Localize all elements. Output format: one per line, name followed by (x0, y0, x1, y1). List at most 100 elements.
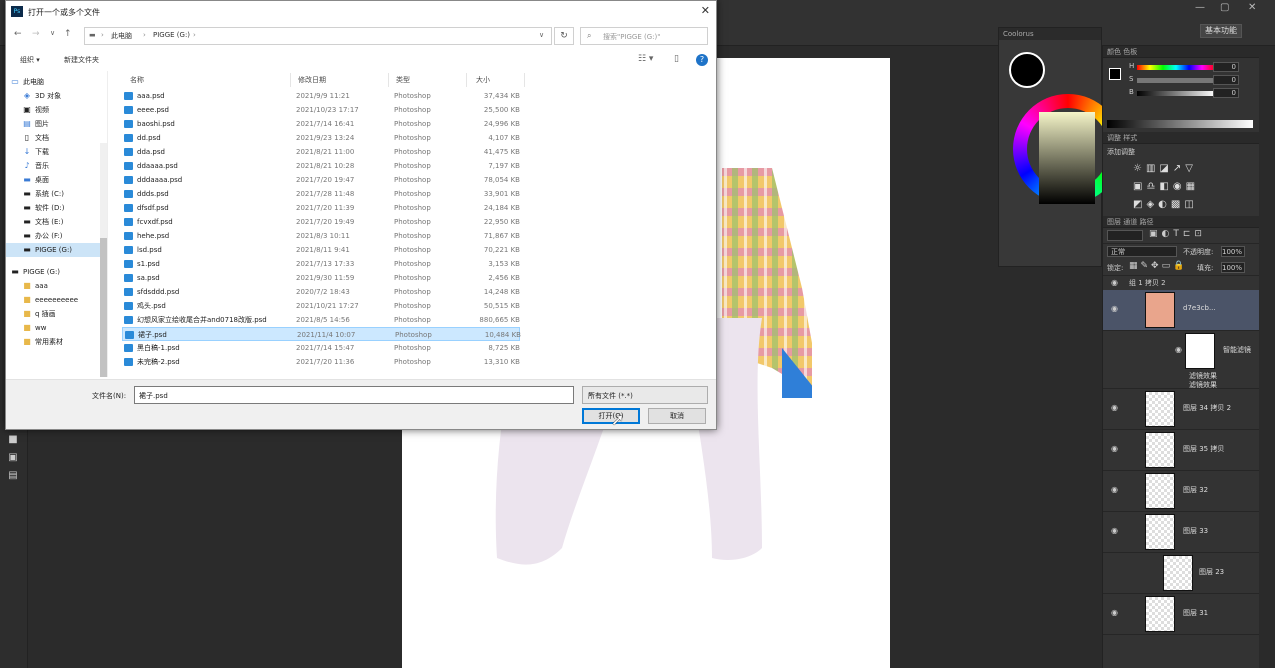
nav-item-8[interactable]: ▬ 系统 (C:) (6, 187, 106, 201)
new-folder-button[interactable]: 新建文件夹 (64, 55, 99, 65)
file-row[interactable]: aaa.psd 2021/9/9 11:21 Photoshop 37,434 KB (122, 89, 520, 103)
nav-item-10[interactable]: ▬ 文档 (E:) (6, 215, 106, 229)
quick-mask-icon[interactable]: ▣ (6, 452, 20, 464)
nav-item-11[interactable]: ▬ 办公 (F:) (6, 229, 106, 243)
visibility-eye-icon[interactable]: ◉ (1111, 608, 1118, 617)
column-header-size[interactable]: 大小 (476, 75, 490, 85)
file-row[interactable]: dddaaaa.psd 2021/7/20 19:47 Photoshop 78,05… (122, 173, 520, 187)
nav-item-2[interactable]: ▣ 视频 (6, 103, 106, 117)
visibility-eye-icon[interactable]: ◉ (1111, 526, 1118, 535)
back-arrow-icon[interactable]: ← (14, 29, 22, 39)
cancel-button[interactable]: 取消 (648, 408, 706, 424)
nav-item-17[interactable]: ■ ww (6, 321, 106, 335)
chevron-down-icon[interactable]: ∨ (139, 390, 569, 398)
column-header-date[interactable]: 修改日期 (298, 75, 326, 85)
nav-item-18[interactable]: ■ 常用素材 (6, 335, 106, 349)
visibility-eye-icon[interactable]: ◉ (1111, 403, 1118, 412)
slider-b-value[interactable]: 0 (1213, 88, 1239, 98)
maximize-icon[interactable]: ▢ (1220, 2, 1229, 13)
layer-row-smart-filter[interactable]: ◉ 智能滤镜 滤镜效果 滤镜效果 (1103, 331, 1259, 389)
layer-filter-select[interactable] (1107, 230, 1143, 241)
file-row[interactable]: ddaaaa.psd 2021/8/21 10:28 Photoshop 7,197 … (122, 159, 520, 173)
nav-item-12[interactable]: ▬ PIGGE (G:) (6, 243, 106, 257)
nav-item-9[interactable]: ▬ 软件 (D:) (6, 201, 106, 215)
layer-row-0[interactable]: ◉ d7e3cb... (1103, 290, 1259, 331)
file-row[interactable]: 鸡头.psd 2021/10/21 17:27 Photoshop 50,515 KB (122, 299, 520, 313)
file-row[interactable]: dda.psd 2021/8/21 11:00 Photoshop 41,475 KB (122, 145, 520, 159)
layer-row-6[interactable]: 图层 23 (1103, 553, 1259, 594)
visibility-eye-icon[interactable]: ◉ (1111, 278, 1118, 287)
file-row[interactable]: 裙子.psd 2021/11/4 10:07 Photoshop 10,484 KB (122, 327, 521, 341)
column-header-name[interactable]: 名称 (130, 75, 144, 85)
nav-scrollbar[interactable] (100, 143, 107, 377)
workspace-button[interactable]: 基本功能 (1200, 24, 1242, 38)
slider-b[interactable]: B 0 (1107, 88, 1255, 99)
search-input[interactable]: ⌕ 搜索"PIGGE (G:)" (580, 27, 708, 45)
file-row[interactable]: baoshi.psd 2021/7/14 16:41 Photoshop 24,996… (122, 117, 520, 131)
recent-dropdown-icon[interactable]: ∨ (50, 29, 55, 37)
view-options-icon[interactable]: ☷ ▾ (638, 54, 653, 64)
adjust-tabs[interactable]: 调整 样式 (1103, 132, 1259, 144)
nav-item-1[interactable]: ◈ 3D 对象 (6, 89, 106, 103)
file-row[interactable]: dfsdf.psd 2021/7/20 11:39 Photoshop 24,184 … (122, 201, 520, 215)
layer-row-3[interactable]: ◉ 图层 35 拷贝 (1103, 430, 1259, 471)
close-icon[interactable]: ✕ (701, 4, 710, 17)
file-row[interactable]: dd.psd 2021/9/23 13:24 Photoshop 4,107 KB (122, 131, 520, 145)
file-row[interactable]: eeee.psd 2021/10/23 17:17 Photoshop 25,500 … (122, 103, 520, 117)
layer-group-row[interactable]: ◉ 组 1 拷贝 2 (1103, 276, 1259, 290)
filetype-select[interactable]: 所有文件 (*.*) ∨ (582, 386, 708, 404)
fill-value[interactable]: 100% (1221, 262, 1245, 273)
color-swatch-icon[interactable]: ■ (6, 434, 20, 446)
up-arrow-icon[interactable]: ↑ (64, 29, 72, 39)
nav-item-5[interactable]: ↓ 下载 (6, 145, 106, 159)
color-tabs[interactable]: 颜色 色板 (1103, 46, 1259, 58)
column-header-type[interactable]: 类型 (396, 75, 410, 85)
file-row[interactable]: 幻想风家立绘收尾合并and0718改版.psd 2021/8/5 14:56 Pho… (122, 313, 520, 327)
breadcrumb-this-pc[interactable]: 此电脑 (111, 31, 132, 41)
file-row[interactable]: 未完稿-2.psd 2021/7/20 11:36 Photoshop 13,310 … (122, 355, 520, 369)
file-row[interactable]: 黑白稿-1.psd 2021/7/14 15:47 Photoshop 8,725 K… (122, 341, 520, 355)
visibility-eye-icon[interactable]: ◉ (1111, 304, 1118, 313)
nav-item-15[interactable]: ■ eeeeeeeeee (6, 293, 106, 307)
filename-input[interactable]: 裙子.psd ∨ (134, 386, 574, 404)
file-row[interactable]: lsd.psd 2021/8/11 9:41 Photoshop 70,221 KB (122, 243, 520, 257)
preview-pane-icon[interactable]: ▯ (674, 54, 679, 64)
layer-row-4[interactable]: ◉ 图层 32 (1103, 471, 1259, 512)
slider-h[interactable]: H 0 (1107, 62, 1255, 73)
layer-row-7[interactable]: ◉ 图层 31 (1103, 594, 1259, 635)
panel-scrollbar[interactable] (1259, 46, 1275, 668)
nav-item-6[interactable]: ♪ 音乐 (6, 159, 106, 173)
minimize-icon[interactable]: — (1195, 2, 1205, 13)
organize-button[interactable]: 组织 ▾ (20, 55, 40, 65)
slider-s[interactable]: S 0 (1107, 75, 1255, 86)
visibility-eye-icon[interactable]: ◉ (1175, 345, 1182, 354)
saturation-square[interactable] (1039, 112, 1095, 204)
file-row[interactable]: s1.psd 2021/7/13 17:33 Photoshop 3,153 KB (122, 257, 520, 271)
nav-item-14[interactable]: ■ aaa (6, 279, 106, 293)
visibility-eye-icon[interactable]: ◉ (1111, 485, 1118, 494)
nav-scroll-thumb[interactable] (100, 238, 107, 377)
lock-icons[interactable]: ▦✎✥▭🔒 (1129, 261, 1187, 271)
refresh-icon[interactable]: ↻ (554, 27, 574, 45)
address-dropdown-icon[interactable]: ∨ (539, 31, 544, 39)
forward-arrow-icon[interactable]: → (32, 29, 40, 39)
foreground-color-swatch[interactable] (1009, 52, 1045, 88)
layer-row-2[interactable]: ◉ 图层 34 拷贝 2 (1103, 389, 1259, 430)
nav-item-16[interactable]: ■ q 插画 (6, 307, 106, 321)
close-window-icon[interactable]: ✕ (1248, 2, 1256, 13)
layers-tabs[interactable]: 图层 通道 路径 (1103, 216, 1259, 228)
nav-item-13[interactable]: ▬ PIGGE (G:) (6, 265, 106, 279)
slider-s-value[interactable]: 0 (1213, 75, 1239, 85)
help-icon[interactable]: ? (696, 54, 708, 66)
visibility-eye-icon[interactable]: ◉ (1111, 444, 1118, 453)
file-row[interactable]: fcvxdf.psd 2021/7/20 19:49 Photoshop 22,950… (122, 215, 520, 229)
file-row[interactable]: ddds.psd 2021/7/28 11:48 Photoshop 33,901 K… (122, 187, 520, 201)
nav-item-7[interactable]: ▬ 桌面 (6, 173, 106, 187)
nav-item-0[interactable]: ▭ 此电脑 (6, 75, 106, 89)
file-row[interactable]: sfdsddd.psd 2020/7/2 18:43 Photoshop 14,248… (122, 285, 520, 299)
file-row[interactable]: hehe.psd 2021/8/3 10:11 Photoshop 71,867 KB (122, 229, 520, 243)
screen-mode-icon[interactable]: ▤ (6, 470, 20, 482)
breadcrumb-drive[interactable]: PIGGE (G:) (153, 31, 190, 39)
layer-filter-icons[interactable]: ▣◐T⊏⊡ (1149, 229, 1206, 239)
file-row[interactable]: sa.psd 2021/9/30 11:59 Photoshop 2,456 KB (122, 271, 520, 285)
